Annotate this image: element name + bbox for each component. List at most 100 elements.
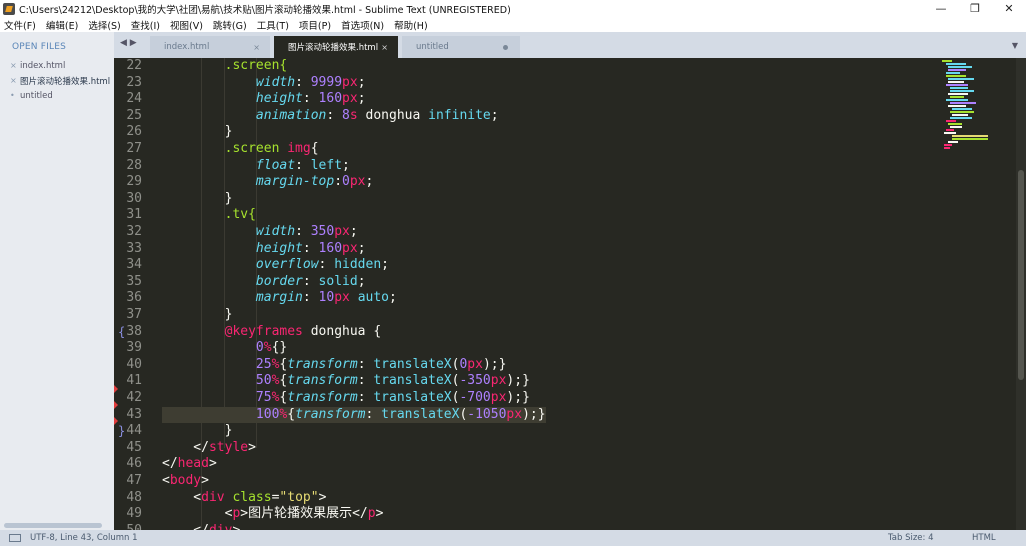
property-token: margin (162, 290, 303, 306)
at-rule-token: @keyframes (162, 323, 303, 339)
close-file-icon[interactable]: × (10, 61, 20, 70)
code-text: 75%{transform: translateX(-700px);} (162, 390, 530, 407)
keyword-token: infinite (428, 107, 491, 123)
code-line[interactable]: 35 border: solid; (114, 274, 940, 291)
minimap[interactable] (940, 58, 1016, 530)
code-line[interactable]: 41 50%{transform: translateX(-350px);} (114, 373, 940, 390)
minimap-line (946, 129, 954, 131)
minimize-button[interactable]: — (924, 0, 958, 17)
window-controls: — ❐ ✕ (924, 0, 1026, 17)
line-number: 45 (126, 439, 142, 455)
menu-help[interactable]: 帮助(H) (394, 18, 428, 32)
minimap-line (948, 78, 974, 80)
vertical-scrollbar[interactable] (1016, 58, 1026, 530)
menu-preferences[interactable]: 首选项(N) (341, 18, 384, 32)
number-token: 50 (162, 373, 272, 389)
scrollbar-thumb[interactable] (1018, 170, 1024, 380)
code-line[interactable]: 43 100%{transform: translateX(-1050px);} (114, 406, 940, 424)
code-line[interactable]: 46 </head> (114, 456, 940, 473)
tab-carousel-html[interactable]: 图片滚动轮播效果.html × (274, 36, 398, 58)
menu-tools[interactable]: 工具(T) (257, 18, 289, 32)
menu-find[interactable]: 查找(I) (131, 18, 160, 32)
menu-selection[interactable]: 选择(S) (88, 18, 120, 32)
close-button[interactable]: ✕ (992, 0, 1026, 17)
code-line[interactable]: 29 margin-top:0px; (114, 174, 940, 191)
code-line[interactable]: 22 .screen{ (114, 58, 940, 75)
code-line[interactable]: 44} } (114, 423, 940, 440)
code-line[interactable]: 32 width: 350px; (114, 224, 940, 241)
sidebar-file-untitled[interactable]: • untitled (0, 88, 114, 103)
code-line[interactable]: 27 .screen img{ (114, 141, 940, 158)
line-number: 28 (126, 157, 142, 173)
code-line[interactable]: 33 height: 160px; (114, 241, 940, 258)
plain-token: < (162, 489, 202, 505)
plain-token: > (208, 456, 217, 472)
sidebar-file-index[interactable]: × index.html (0, 58, 114, 73)
code-line[interactable]: 37 } (114, 307, 940, 324)
code-line[interactable]: 45 </style> (114, 440, 940, 457)
modified-line-marker (114, 416, 118, 425)
menu-view[interactable]: 视图(V) (170, 18, 203, 32)
tab-list-dropdown-icon[interactable]: ▼ (1012, 41, 1018, 50)
menu-file[interactable]: 文件(F) (4, 18, 36, 32)
menu-goto[interactable]: 跳转(G) (213, 18, 247, 32)
fold-marker-icon[interactable]: { (118, 324, 125, 341)
code-line[interactable]: 25 animation: 8s donghua infinite; (114, 108, 940, 125)
unit-token: px (334, 290, 350, 306)
close-file-icon[interactable]: × (10, 76, 20, 85)
code-text: .screen img{ (162, 141, 319, 158)
number-token: 350 (310, 224, 335, 239)
maximize-button[interactable]: ❐ (958, 0, 992, 17)
number-token: 0 (162, 340, 264, 356)
syntax-indicator[interactable]: HTML (972, 533, 996, 543)
unsaved-dot-icon: • (10, 91, 15, 100)
panel-toggle-icon[interactable] (9, 534, 21, 542)
tab-nav-arrows-icon[interactable]: ◀ ▶ (120, 38, 137, 48)
tab-index-html[interactable]: index.html × (150, 36, 270, 58)
line-number: 40 (126, 356, 142, 372)
code-line[interactable]: 50 </div> (114, 523, 940, 530)
tab-close-icon[interactable]: × (253, 43, 260, 52)
number-token: -1050 (467, 406, 507, 422)
code-line[interactable]: 30 } (114, 191, 940, 208)
property-token: float (162, 157, 296, 173)
number-token: -700 (459, 390, 491, 405)
tab-untitled[interactable]: untitled (402, 36, 520, 58)
unit-token: % (263, 340, 272, 356)
tab-close-icon[interactable]: × (381, 43, 388, 52)
code-line[interactable]: 34 overflow: hidden; (114, 257, 940, 274)
code-line[interactable]: 24 height: 160px; (114, 91, 940, 108)
menu-edit[interactable]: 编辑(E) (46, 18, 78, 32)
code-line[interactable]: 38{ @keyframes donghua { (114, 324, 940, 341)
code-line[interactable]: 23 width: 9999px; (114, 75, 940, 92)
code-line[interactable]: 39 0%{} (114, 340, 940, 357)
minimap-line (948, 69, 966, 71)
line-number: 26 (126, 124, 142, 140)
status-bar: UTF-8, Line 43, Column 1 Tab Size: 4 HTM… (0, 530, 1026, 546)
number-token: 8 (342, 107, 350, 123)
code-line[interactable]: 28 float: left; (114, 158, 940, 175)
selector-token: .screen{ (162, 58, 288, 73)
code-line[interactable]: 42 75%{transform: translateX(-700px);} (114, 390, 940, 407)
plain-token: donghua (357, 107, 429, 123)
sidebar-file-carousel[interactable]: × 图片滚动轮播效果.html (0, 73, 114, 88)
code-line[interactable]: 48 <div class="top"> (114, 490, 940, 507)
sidebar-horizontal-scrollbar[interactable] (4, 523, 102, 528)
menu-project[interactable]: 项目(P) (299, 18, 331, 32)
plain-token: ; (381, 257, 389, 273)
minimap-line (944, 147, 950, 149)
tab-label: untitled (416, 42, 449, 52)
tab-size-indicator[interactable]: Tab Size: 4 (888, 533, 934, 543)
code-line[interactable]: 49 <p>图片轮播效果展示</p> (114, 506, 940, 523)
code-line[interactable]: 47 <body> (114, 473, 940, 490)
code-line[interactable]: 26 } (114, 124, 940, 141)
code-line[interactable]: 31 .tv{ (114, 207, 940, 224)
code-line[interactable]: 36 margin: 10px auto; (114, 290, 940, 307)
line-number: 42 (126, 390, 142, 405)
plain-token: > (232, 523, 240, 530)
code-line[interactable]: 40 25%{transform: translateX(0px);} (114, 357, 940, 374)
code-text: animation: 8s donghua infinite; (162, 108, 499, 125)
open-files-header: OPEN FILES (12, 42, 67, 52)
code-editor[interactable]: 22 .screen{23 width: 9999px; 24 height: 1… (114, 58, 940, 530)
fold-marker-icon[interactable]: } (118, 423, 125, 440)
